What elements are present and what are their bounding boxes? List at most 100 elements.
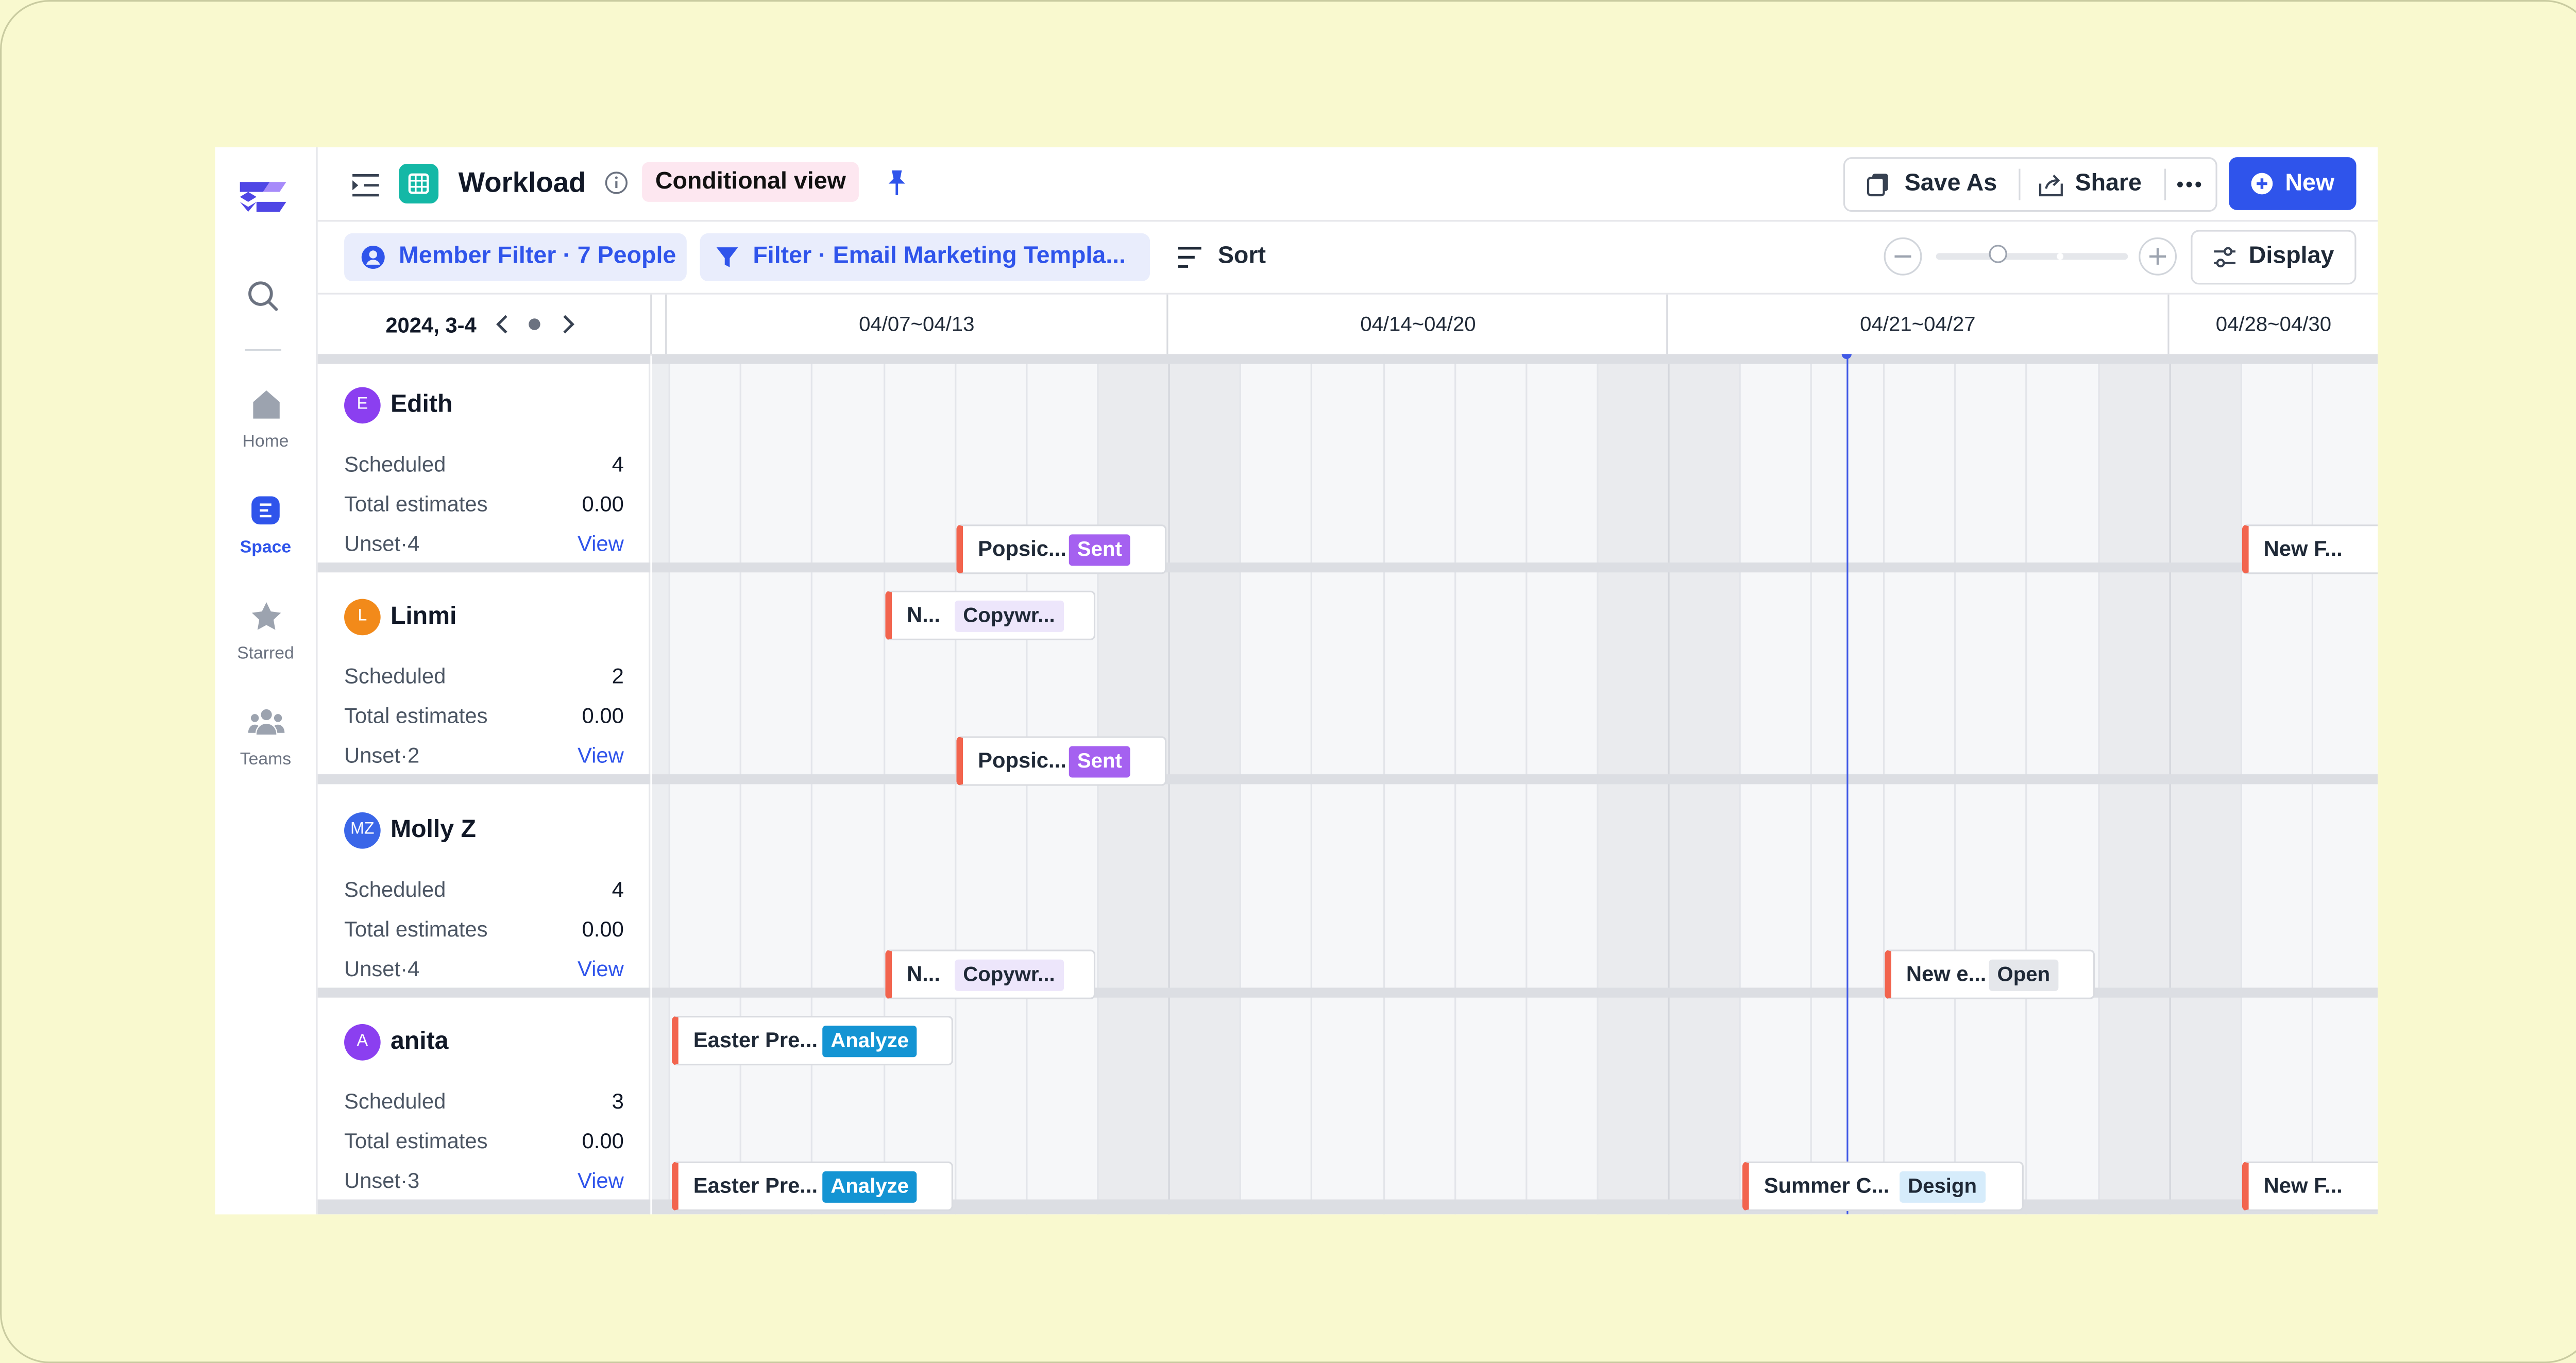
search-icon[interactable]	[247, 280, 280, 313]
conditional-view-chip[interactable]: Conditional view	[642, 162, 859, 202]
view-link[interactable]: View	[578, 1168, 624, 1192]
week-label: 04/14~04/20	[1360, 313, 1476, 336]
sidebar-item-space[interactable]: Space	[215, 495, 316, 557]
sidebar-toggle-icon[interactable]	[351, 172, 381, 198]
member-name: Linmi	[390, 602, 457, 631]
zoom-out-icon[interactable]	[1883, 236, 1923, 276]
status-badge: Open	[1989, 959, 2059, 991]
row-divider	[317, 774, 651, 785]
estimates-row: Total estimates 0.00	[344, 916, 624, 942]
unset-row: Unset·2 View	[344, 743, 624, 768]
avatar: A	[344, 1024, 381, 1061]
filter-bar: Member Filter · 7 People Filter · Email …	[317, 222, 2378, 295]
view-link[interactable]: View	[578, 743, 624, 768]
app-logo[interactable]	[236, 177, 290, 217]
row-divider	[317, 1199, 651, 1215]
estimates-row: Total estimates 0.00	[344, 1128, 624, 1153]
member-panel: E Edith Scheduled 4 Total estimates 0.00 U…	[317, 354, 651, 1215]
sidebar-item-teams[interactable]: Teams	[215, 706, 316, 769]
top-bar: Workload Conditional view Save As Share …	[317, 147, 2378, 222]
task-bar[interactable]: Easter Pre... Analyze	[671, 1016, 953, 1066]
member-row: MZ Molly Z Scheduled 4 Total estimates 0.0…	[318, 789, 649, 991]
member-icon	[361, 245, 385, 269]
scheduled-row: Scheduled 4	[344, 451, 624, 476]
scheduled-row: Scheduled 4	[344, 877, 624, 902]
avatar: MZ	[344, 812, 381, 849]
app-window: Home Space Starred Teams Workload Condit…	[215, 147, 2378, 1215]
row-divider	[317, 354, 651, 364]
sidebar-item-label: Home	[242, 432, 289, 452]
task-bar[interactable]: N... Copywr...	[885, 590, 1096, 640]
zoom-in-icon[interactable]	[2138, 236, 2178, 276]
member-filter-label: Member Filter · 7 People	[399, 243, 676, 270]
divider	[2019, 168, 2021, 200]
funnel-icon	[716, 247, 738, 267]
status-badge: Copywr...	[955, 959, 1063, 991]
sidebar-item-starred[interactable]: Starred	[215, 601, 316, 663]
new-button[interactable]: New	[2229, 157, 2357, 210]
avatar: L	[344, 599, 381, 636]
task-bar[interactable]: New F...	[2242, 524, 2378, 574]
page-title: Workload	[458, 167, 586, 199]
sidebar-item-label: Starred	[237, 643, 294, 663]
member-row: L Linmi Scheduled 2 Total estimates 0.00 U…	[318, 576, 649, 778]
view-link[interactable]: View	[578, 956, 624, 981]
task-bar[interactable]: Easter Pre... Analyze	[671, 1161, 953, 1211]
chevron-left-icon[interactable]	[495, 313, 511, 336]
star-icon	[251, 602, 280, 630]
unset-row: Unset·3 View	[344, 1168, 624, 1193]
teams-icon	[247, 709, 284, 735]
home-icon	[252, 390, 279, 419]
member-name: Molly Z	[390, 815, 476, 844]
today-dot-icon[interactable]	[528, 318, 541, 331]
display-button[interactable]: Display	[2191, 230, 2357, 285]
status-badge: Copywr...	[955, 600, 1063, 632]
zoom-slider[interactable]	[1936, 245, 2128, 263]
sort-icon[interactable]	[1178, 247, 1203, 268]
task-bar[interactable]: Popsic... Sent	[956, 524, 1167, 574]
zoom-slider-handle[interactable]	[1989, 245, 2007, 263]
task-bar[interactable]: Popsic... Sent	[956, 736, 1167, 786]
sidebar-item-home[interactable]: Home	[215, 389, 316, 452]
share-button[interactable]: Share	[2075, 171, 2142, 197]
share-icon	[2039, 174, 2063, 197]
more-icon[interactable]	[2176, 180, 2202, 189]
display-label: Display	[2248, 243, 2334, 270]
filter-chip[interactable]: Filter · Email Marketing Templa...	[700, 233, 1150, 281]
save-share-group: Save As Share	[1843, 157, 2217, 212]
task-name: N...	[907, 602, 941, 627]
sidebar: Home Space Starred Teams	[215, 147, 318, 1215]
scheduled-row: Scheduled 3	[344, 1088, 624, 1114]
estimates-row: Total estimates 0.00	[344, 491, 624, 517]
plus-circle-icon	[2251, 173, 2273, 195]
task-name: Popsic...	[978, 747, 1066, 773]
member-row: A anita Scheduled 3 Total estimates 0.00 U…	[318, 1001, 649, 1203]
member-filter-chip[interactable]: Member Filter · 7 People	[344, 233, 687, 281]
status-badge: Analyze	[822, 1171, 918, 1203]
row-divider	[317, 987, 651, 998]
task-bar[interactable]: New F...	[2242, 1161, 2378, 1211]
task-bar[interactable]: N... Copywr...	[885, 949, 1096, 999]
task-name: New e...	[1906, 961, 1987, 986]
save-as-button[interactable]: Save As	[1905, 171, 1997, 197]
estimates-row: Total estimates 0.00	[344, 703, 624, 728]
task-name: Popsic...	[978, 536, 1066, 561]
task-bar[interactable]: New e... Open	[1885, 949, 2095, 999]
sort-button[interactable]: Sort	[1218, 243, 1266, 269]
filter-label: Filter · Email Marketing Templa...	[753, 243, 1126, 270]
info-icon[interactable]	[604, 171, 629, 195]
table-view-icon	[399, 163, 439, 204]
space-icon	[250, 496, 279, 525]
pin-icon[interactable]	[885, 169, 908, 197]
sidebar-item-label: Teams	[240, 749, 292, 770]
status-badge: Sent	[1069, 534, 1130, 566]
member-name: Edith	[390, 390, 453, 419]
view-link[interactable]: View	[578, 531, 624, 556]
scheduled-row: Scheduled 2	[344, 663, 624, 689]
week-label: 04/21~04/27	[1860, 313, 1976, 336]
settings-sliders-icon	[2214, 247, 2236, 268]
unset-row: Unset·4 View	[344, 531, 624, 556]
divider	[650, 294, 652, 354]
chevron-right-icon[interactable]	[560, 313, 576, 336]
task-bar[interactable]: Summer C... Design	[1742, 1161, 2024, 1211]
